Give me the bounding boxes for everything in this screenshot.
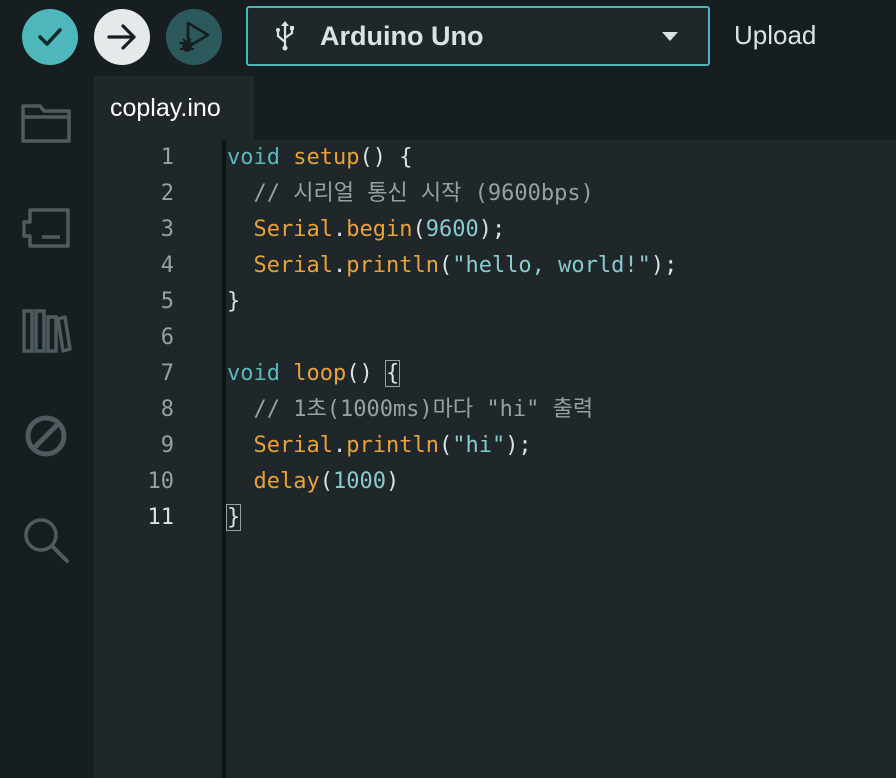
- code-token: (: [438, 253, 453, 278]
- code-editor[interactable]: 1 2 3 4 5 6 7 8 9 10 11 void setup() { // 시리얼 통신 시…: [94, 140, 896, 778]
- line-number: 7: [160, 361, 174, 386]
- code-token: "hello, world!": [452, 253, 651, 278]
- code-token: (: [412, 217, 426, 242]
- line-number-gutter: 1 2 3 4 5 6 7 8 9 10 11: [94, 140, 222, 778]
- gutter-divider: [222, 140, 226, 778]
- usb-icon: [272, 19, 298, 53]
- line-number: 9: [160, 433, 174, 458]
- sidebar-item-library[interactable]: [18, 302, 74, 358]
- chevron-down-icon[interactable]: [662, 32, 678, 41]
- line-number: 3: [160, 217, 174, 242]
- verify-button[interactable]: [22, 9, 78, 65]
- folder-icon: [21, 104, 71, 143]
- code-line[interactable]: void setup() {: [227, 140, 412, 176]
- arrow-right-icon: [107, 24, 136, 50]
- code-line[interactable]: // 1초(1000ms)마다 "hi" 출력: [227, 392, 593, 428]
- sidebar-item-search[interactable]: [18, 512, 74, 568]
- line-number: 10: [147, 469, 175, 494]
- debug-disabled-icon: [25, 415, 67, 457]
- line-number: 2: [160, 181, 174, 206]
- line-number: 11: [147, 505, 175, 530]
- line-number: 6: [160, 325, 174, 350]
- code-token: delay: [253, 469, 320, 494]
- code-token: // 1초(1000ms)마다 "hi" 출력: [227, 397, 594, 422]
- line-number: 4: [160, 253, 174, 278]
- sidebar-item-sketchbook[interactable]: [18, 94, 74, 150]
- board-manager-icon: [22, 208, 70, 248]
- board-name: Arduino Uno: [320, 20, 484, 51]
- code-area[interactable]: void setup() { // 시리얼 통신 시작 (9600bps) Se…: [225, 140, 896, 778]
- code-token: println: [346, 433, 439, 458]
- sidebar-item-boards[interactable]: [18, 200, 74, 256]
- tab-label: coplay.ino: [110, 93, 221, 122]
- code-token: (): [346, 361, 386, 386]
- code-token: .: [332, 217, 347, 242]
- code-token: println: [346, 253, 439, 278]
- sidebar: [0, 76, 94, 778]
- code-token: 1000: [332, 469, 386, 494]
- code-token: "hi": [452, 433, 506, 458]
- code-token: {: [384, 360, 401, 387]
- code-token: Serial: [253, 433, 333, 458]
- code-line[interactable]: Serial.println("hello, world!");: [227, 248, 678, 284]
- code-token: () {: [359, 145, 413, 170]
- code-token: void: [227, 145, 280, 170]
- line-number: 8: [160, 397, 174, 422]
- code-token: setup: [293, 145, 360, 170]
- line-number: 5: [160, 289, 174, 314]
- debug-button[interactable]: [166, 9, 222, 65]
- library-icon: [22, 309, 72, 353]
- code-line[interactable]: }: [227, 284, 240, 320]
- search-icon: [24, 518, 69, 563]
- tab-bar: coplay.ino: [94, 76, 896, 140]
- checkmark-icon: [38, 28, 62, 46]
- board-selector[interactable]: Arduino Uno: [246, 6, 710, 66]
- code-token: Serial: [253, 253, 333, 278]
- code-token: // 시리얼 통신 시작 (9600bps): [227, 181, 594, 206]
- debug-icon: [179, 21, 210, 52]
- tab-coplay-ino[interactable]: coplay.ino: [94, 76, 254, 140]
- code-token: .: [332, 253, 347, 278]
- line-number: 1: [160, 145, 174, 170]
- code-token: (: [438, 433, 453, 458]
- code-token: begin: [346, 217, 413, 242]
- code-token: Serial: [253, 217, 333, 242]
- code-line[interactable]: void loop() {: [227, 356, 401, 392]
- toolbar: Arduino Uno Upload: [0, 0, 896, 76]
- code-token: );: [650, 253, 678, 278]
- upload-label: Upload: [734, 20, 817, 50]
- code-token: (: [319, 469, 333, 494]
- code-token: }: [227, 289, 241, 314]
- code-token: .: [332, 433, 347, 458]
- code-token: );: [478, 217, 506, 242]
- code-token: 9600: [425, 217, 479, 242]
- sidebar-item-debug[interactable]: [18, 408, 74, 464]
- code-line[interactable]: Serial.println("hi");: [227, 428, 532, 464]
- code-token: ): [385, 469, 400, 494]
- code-line[interactable]: }: [225, 500, 242, 536]
- code-token: loop: [293, 361, 347, 386]
- upload-button[interactable]: [94, 9, 150, 65]
- code-line[interactable]: Serial.begin(9600);: [227, 212, 506, 248]
- code-line[interactable]: // 시리얼 통신 시작 (9600bps): [227, 176, 594, 212]
- code-token: );: [505, 433, 532, 458]
- code-token: }: [225, 504, 242, 531]
- code-line[interactable]: delay(1000): [227, 464, 400, 500]
- code-token: void: [227, 361, 280, 386]
